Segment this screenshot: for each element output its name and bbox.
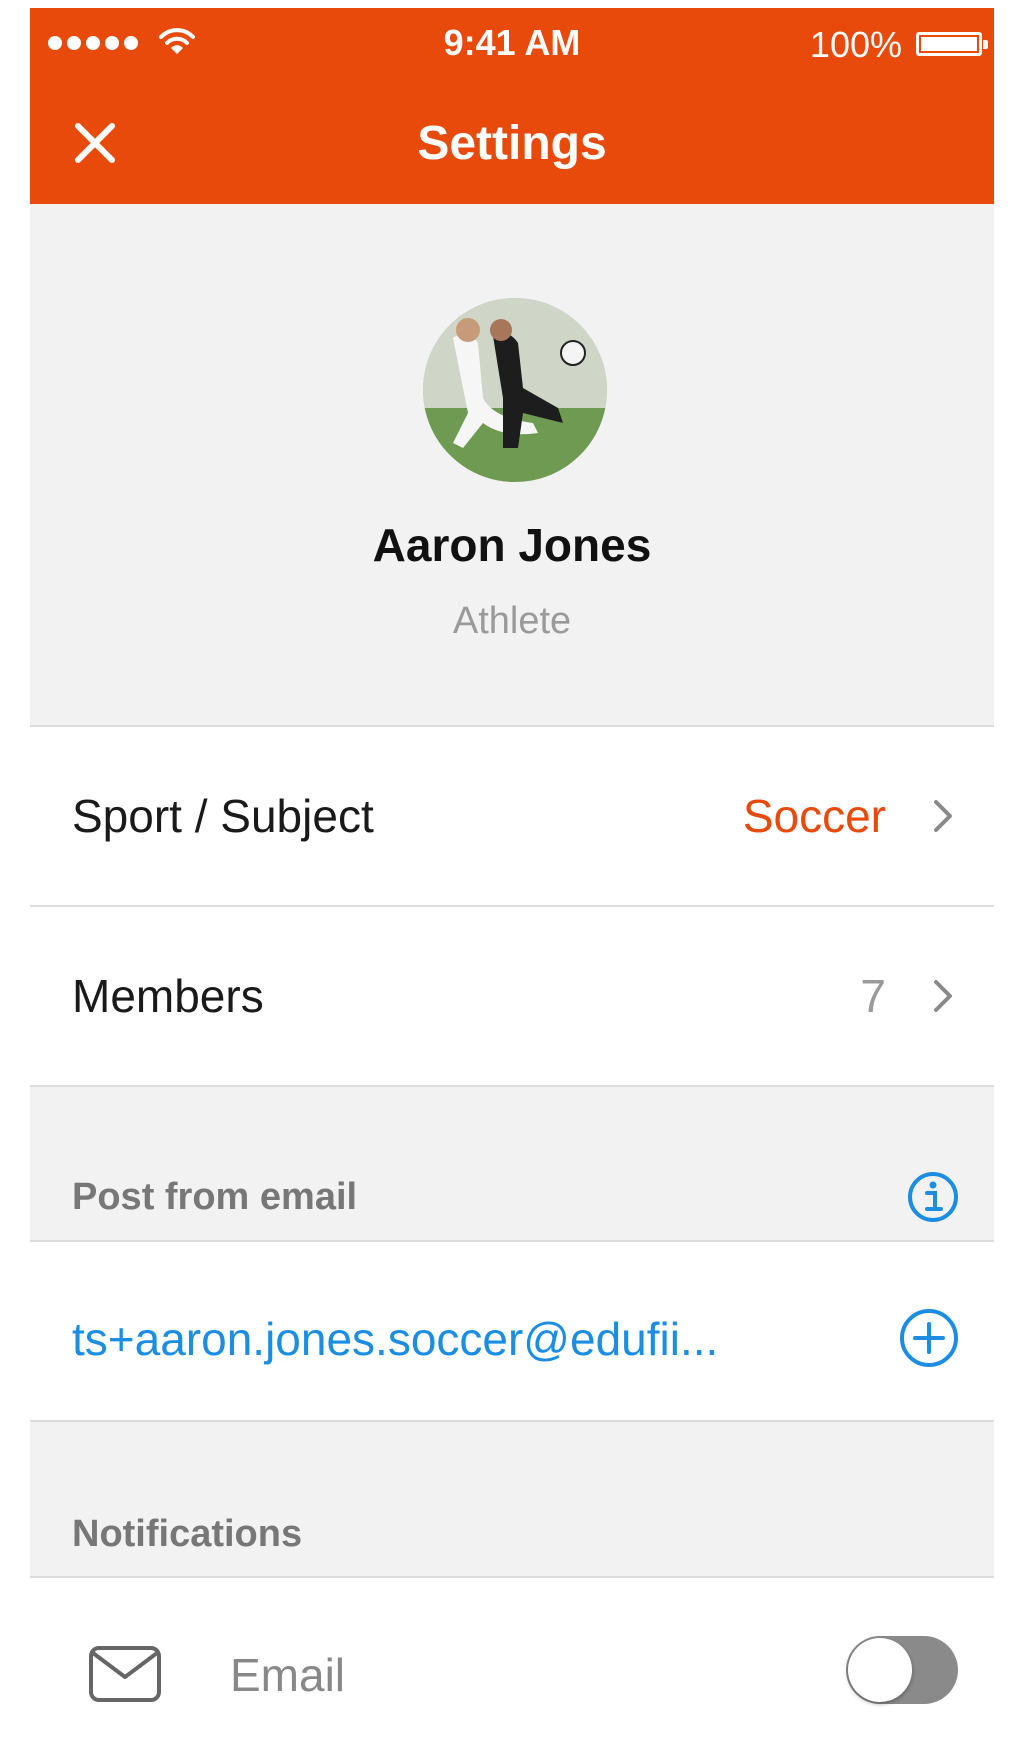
email-notification-toggle[interactable]	[846, 1636, 958, 1704]
sport-subject-value: Soccer	[742, 790, 886, 842]
avatar[interactable]	[423, 298, 607, 482]
profile-name: Aaron Jones	[372, 519, 652, 571]
status-bar: 9:41 AM 100%	[30, 8, 994, 78]
plus-circle-icon[interactable]	[898, 1307, 960, 1369]
divider	[30, 1085, 994, 1087]
app-header: 9:41 AM 100% Settings	[30, 8, 994, 204]
email-notification-label: Email	[230, 1649, 346, 1701]
members-label: Members	[72, 970, 264, 1022]
battery-percent: 100%	[809, 24, 902, 65]
post-email-address[interactable]: ts+aaron.jones.soccer@edufii...	[72, 1312, 718, 1366]
page-title: Settings	[417, 117, 607, 170]
members-count: 7	[860, 970, 886, 1022]
mail-icon	[89, 1646, 161, 1702]
notifications-title: Notifications	[72, 1513, 303, 1555]
divider	[30, 1420, 994, 1422]
profile-section: Aaron Jones Athlete	[30, 204, 994, 732]
post-from-email-title: Post from email	[72, 1176, 358, 1218]
profile-role: Athlete	[452, 600, 572, 642]
chevron-right-icon	[934, 800, 952, 832]
battery-icon	[916, 32, 988, 56]
chevron-right-icon	[934, 980, 952, 1012]
members-row[interactable]: Members 7	[30, 907, 994, 1085]
settings-screen: 9:41 AM 100% Settings Aaron Jones Athlet…	[30, 8, 994, 1763]
sport-subject-label: Sport / Subject	[72, 790, 374, 842]
info-icon[interactable]	[906, 1170, 960, 1224]
toggle-knob	[848, 1638, 912, 1702]
sport-subject-row[interactable]: Sport / Subject Soccer	[30, 727, 994, 905]
